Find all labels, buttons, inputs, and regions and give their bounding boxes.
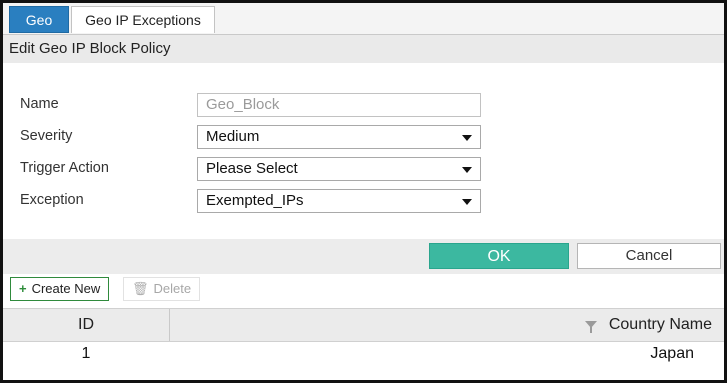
exception-label: Exception	[20, 192, 84, 208]
chevron-down-icon	[462, 167, 472, 173]
table-row[interactable]: 1 Japan	[3, 342, 724, 366]
country-header-label: Country Name	[608, 316, 712, 333]
tab-geo-ip-exceptions[interactable]: Geo IP Exceptions	[71, 6, 215, 33]
exception-select[interactable]: Exempted_IPs	[197, 189, 481, 213]
row-country: Japan	[650, 345, 694, 362]
severity-label: Severity	[20, 128, 73, 144]
table-toolbar	[3, 274, 724, 308]
create-new-label: Create New	[31, 281, 101, 296]
cancel-button[interactable]: Cancel	[577, 243, 721, 269]
delete-label: Delete	[153, 281, 192, 296]
trigger-action-label: Trigger Action	[20, 160, 109, 176]
trigger-action-value: Please Select	[206, 160, 298, 177]
column-header-id[interactable]: ID	[3, 309, 170, 341]
country-table: ID Country Name 1 Japan	[3, 308, 724, 380]
column-header-country[interactable]: Country Name	[170, 309, 724, 341]
table-header: ID Country Name	[3, 308, 724, 342]
name-label: Name	[20, 96, 59, 112]
dialog-window: Geo IP Geo IP Exceptions Edit Geo IP Blo…	[0, 0, 727, 383]
row-id: 1	[81, 345, 91, 362]
delete-button[interactable]: 🗑 Delete	[123, 277, 201, 301]
exception-value: Exempted_IPs	[206, 192, 304, 209]
page-title: Edit Geo IP Block Policy	[3, 35, 724, 63]
trash-icon: 🗑	[132, 281, 149, 296]
tab-geo-ip[interactable]: Geo IP	[9, 6, 69, 55]
create-new-button[interactable]: + Create New	[10, 277, 110, 301]
policy-form: Name Geo_Block Severity Medium Trigger A…	[3, 64, 724, 239]
severity-select[interactable]: Medium	[197, 125, 481, 149]
filter-icon[interactable]	[584, 321, 597, 334]
plus-icon: +	[19, 281, 27, 296]
tab-bar: Geo IP Geo IP Exceptions	[3, 3, 724, 55]
name-field[interactable]: Geo_Block	[197, 93, 481, 117]
ok-button[interactable]: OK	[429, 243, 569, 269]
trigger-action-select[interactable]: Please Select	[197, 157, 481, 181]
chevron-down-icon	[462, 135, 472, 141]
chevron-down-icon	[462, 199, 472, 205]
severity-value: Medium	[206, 128, 260, 145]
